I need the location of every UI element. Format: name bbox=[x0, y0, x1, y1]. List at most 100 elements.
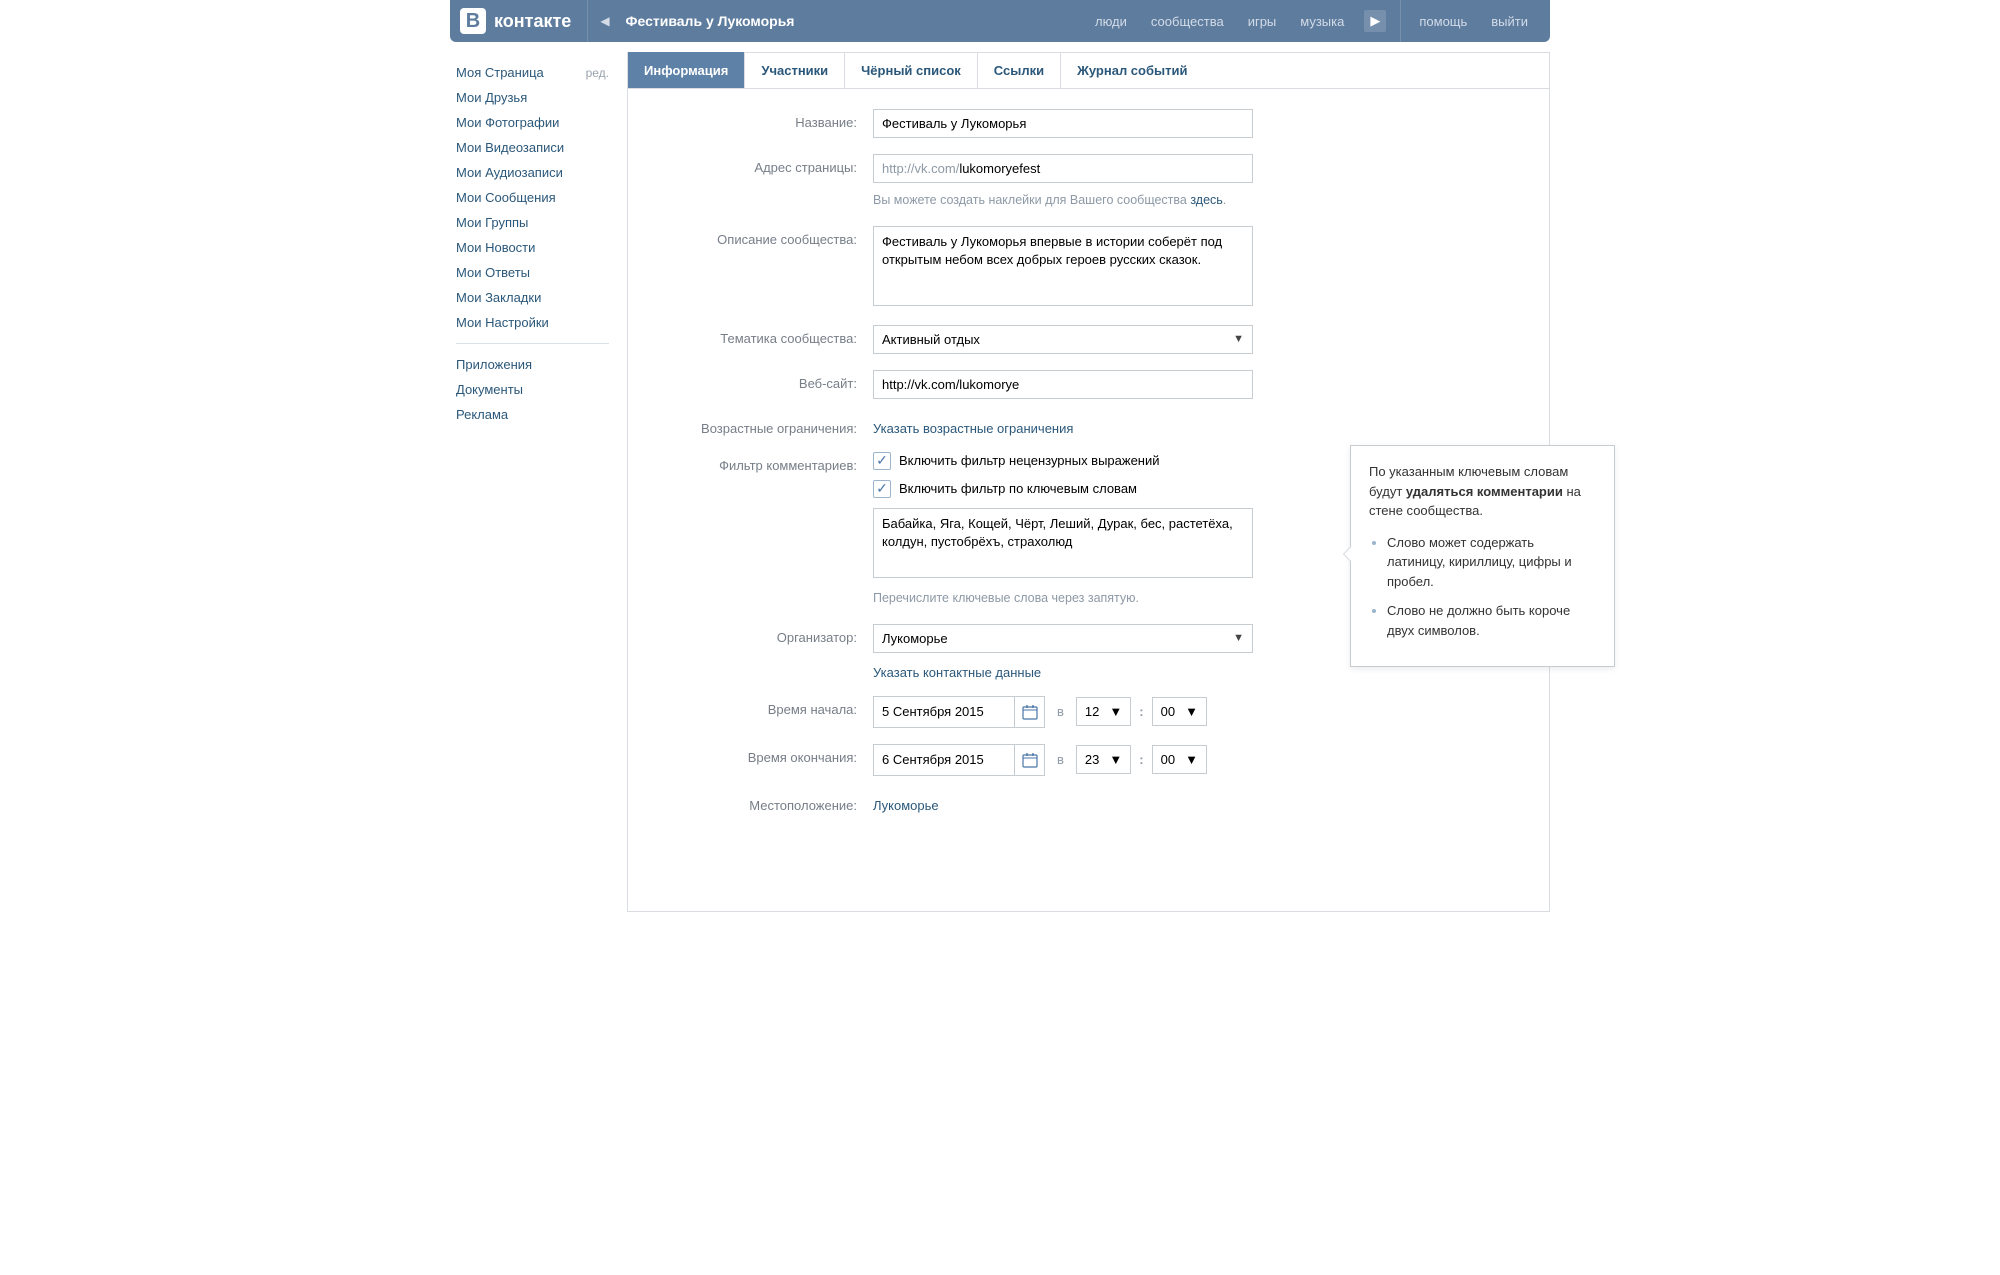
end-date-field bbox=[873, 744, 1045, 776]
sidebar-settings[interactable]: Мои Настройки bbox=[450, 310, 615, 335]
sidebar-apps[interactable]: Приложения bbox=[450, 352, 615, 377]
at-label: в bbox=[1051, 752, 1070, 767]
chevron-down-icon: ▼ bbox=[1233, 333, 1244, 345]
sidebar-item-label: Мои Группы bbox=[456, 215, 528, 230]
age-label: Возрастные ограничения: bbox=[628, 415, 873, 436]
sidebar-docs[interactable]: Документы bbox=[450, 377, 615, 402]
nav-help[interactable]: помощь bbox=[1407, 14, 1479, 29]
left-sidebar: Моя Страница ред. Мои Друзья Мои Фотогра… bbox=[450, 52, 615, 912]
sidebar-item-label: Мои Новости bbox=[456, 240, 535, 255]
nav-games[interactable]: игры bbox=[1236, 14, 1289, 29]
name-input[interactable] bbox=[873, 109, 1253, 138]
end-date-input[interactable] bbox=[874, 746, 1014, 773]
description-input[interactable] bbox=[873, 226, 1253, 306]
divider bbox=[1400, 0, 1401, 42]
sidebar-item-label: Реклама bbox=[456, 407, 508, 422]
organizer-select[interactable]: Лукоморье ▼ bbox=[873, 624, 1253, 653]
divider bbox=[587, 0, 588, 42]
sidebar-item-label: Мои Фотографии bbox=[456, 115, 559, 130]
sidebar-my-page[interactable]: Моя Страница ред. bbox=[450, 60, 615, 85]
at-label: в bbox=[1051, 704, 1070, 719]
sidebar-item-label: Мои Закладки bbox=[456, 290, 541, 305]
tabs-filler bbox=[1203, 52, 1549, 88]
calendar-icon[interactable] bbox=[1014, 745, 1044, 775]
address-input-wrap: http://vk.com/ bbox=[873, 154, 1253, 183]
sidebar-friends[interactable]: Мои Друзья bbox=[450, 85, 615, 110]
tab-info[interactable]: Информация bbox=[628, 52, 744, 88]
sidebar-ads[interactable]: Реклама bbox=[450, 402, 615, 427]
stickers-link[interactable]: здесь bbox=[1190, 193, 1222, 207]
chevron-down-icon: ▼ bbox=[1109, 704, 1122, 719]
website-input[interactable] bbox=[873, 370, 1253, 399]
nav-back-icon[interactable]: ◀ bbox=[594, 14, 615, 28]
description-label: Описание сообщества: bbox=[628, 226, 873, 247]
tooltip-intro: По указанным ключевым словам будут удаля… bbox=[1369, 462, 1596, 521]
media-forward-button[interactable]: ▶ bbox=[1364, 10, 1386, 32]
topic-select[interactable]: Активный отдых ▼ bbox=[873, 325, 1253, 354]
organizer-label: Организатор: bbox=[628, 624, 873, 645]
page-title[interactable]: Фестиваль у Лукоморья bbox=[616, 13, 805, 29]
keywords-hint: Перечислите ключевые слова через запятую… bbox=[873, 589, 1253, 608]
address-hint: Вы можете создать наклейки для Вашего со… bbox=[873, 191, 1253, 210]
tooltip-rule-1: Слово может содержать латиницу, кириллиц… bbox=[1387, 533, 1596, 592]
name-label: Название: bbox=[628, 109, 873, 130]
logo-icon: В bbox=[460, 8, 486, 34]
time-colon: : bbox=[1137, 752, 1145, 767]
contact-data-link[interactable]: Указать контактные данные bbox=[873, 665, 1041, 680]
sidebar-item-label: Приложения bbox=[456, 357, 532, 372]
tab-log[interactable]: Журнал событий bbox=[1060, 52, 1203, 88]
nav-people[interactable]: люди bbox=[1083, 14, 1139, 29]
sidebar-photos[interactable]: Мои Фотографии bbox=[450, 110, 615, 135]
end-hour-select[interactable]: 23 ▼ bbox=[1076, 745, 1131, 774]
filter-label: Фильтр комментариев: bbox=[628, 452, 873, 473]
sidebar-videos[interactable]: Мои Видеозаписи bbox=[450, 135, 615, 160]
sidebar-audio[interactable]: Мои Аудиозаписи bbox=[450, 160, 615, 185]
location-link[interactable]: Лукоморье bbox=[873, 798, 939, 813]
sidebar-messages[interactable]: Мои Сообщения bbox=[450, 185, 615, 210]
end-minute-select[interactable]: 00 ▼ bbox=[1152, 745, 1207, 774]
chevron-down-icon: ▼ bbox=[1233, 632, 1244, 644]
top-header: В контакте ◀ Фестиваль у Лукоморья люди … bbox=[450, 0, 1550, 42]
sidebar-groups[interactable]: Мои Группы bbox=[450, 210, 615, 235]
sidebar-news[interactable]: Мои Новости bbox=[450, 235, 615, 260]
sidebar-separator bbox=[456, 343, 609, 344]
address-input[interactable] bbox=[959, 155, 1252, 182]
age-restrictions-link[interactable]: Указать возрастные ограничения bbox=[873, 421, 1073, 436]
sidebar-item-label: Документы bbox=[456, 382, 523, 397]
sidebar-item-label: Мои Ответы bbox=[456, 265, 530, 280]
organizer-value: Лукоморье bbox=[882, 631, 948, 646]
tooltip-rule-2: Слово не должно быть короче двух символо… bbox=[1387, 601, 1596, 640]
sidebar-item-label: Моя Страница bbox=[456, 65, 544, 80]
start-time-label: Время начала: bbox=[628, 696, 873, 717]
tab-blacklist[interactable]: Чёрный список bbox=[844, 52, 977, 88]
sidebar-item-label: Мои Сообщения bbox=[456, 190, 556, 205]
keyword-filter-checkbox[interactable]: ✓ bbox=[873, 480, 891, 498]
logo-text: контакте bbox=[494, 11, 571, 32]
sidebar-bookmarks[interactable]: Мои Закладки bbox=[450, 285, 615, 310]
play-icon: ▶ bbox=[1370, 13, 1380, 29]
sidebar-item-label: Мои Друзья bbox=[456, 90, 527, 105]
time-colon: : bbox=[1137, 704, 1145, 719]
profanity-filter-label: Включить фильтр нецензурных выражений bbox=[899, 453, 1160, 468]
nav-communities[interactable]: сообщества bbox=[1139, 14, 1236, 29]
calendar-icon[interactable] bbox=[1014, 697, 1044, 727]
sidebar-item-label: Мои Аудиозаписи bbox=[456, 165, 563, 180]
keyword-filter-label: Включить фильтр по ключевым словам bbox=[899, 481, 1137, 496]
sidebar-answers[interactable]: Мои Ответы bbox=[450, 260, 615, 285]
tab-members[interactable]: Участники bbox=[744, 52, 844, 88]
start-minute-select[interactable]: 00 ▼ bbox=[1152, 697, 1207, 726]
keywords-input[interactable] bbox=[873, 508, 1253, 578]
address-prefix: http://vk.com/ bbox=[874, 155, 959, 182]
topic-value: Активный отдых bbox=[882, 332, 980, 347]
logo[interactable]: В контакте bbox=[460, 8, 581, 34]
tab-links[interactable]: Ссылки bbox=[977, 52, 1060, 88]
start-hour-select[interactable]: 12 ▼ bbox=[1076, 697, 1131, 726]
sidebar-edit-link[interactable]: ред. bbox=[586, 66, 609, 80]
sidebar-item-label: Мои Настройки bbox=[456, 315, 549, 330]
chevron-down-icon: ▼ bbox=[1185, 704, 1198, 719]
nav-music[interactable]: музыка bbox=[1288, 14, 1356, 29]
profanity-filter-checkbox[interactable]: ✓ bbox=[873, 452, 891, 470]
tab-bar: Информация Участники Чёрный список Ссылк… bbox=[628, 52, 1549, 89]
start-date-input[interactable] bbox=[874, 698, 1014, 725]
nav-logout[interactable]: выйти bbox=[1479, 14, 1540, 29]
